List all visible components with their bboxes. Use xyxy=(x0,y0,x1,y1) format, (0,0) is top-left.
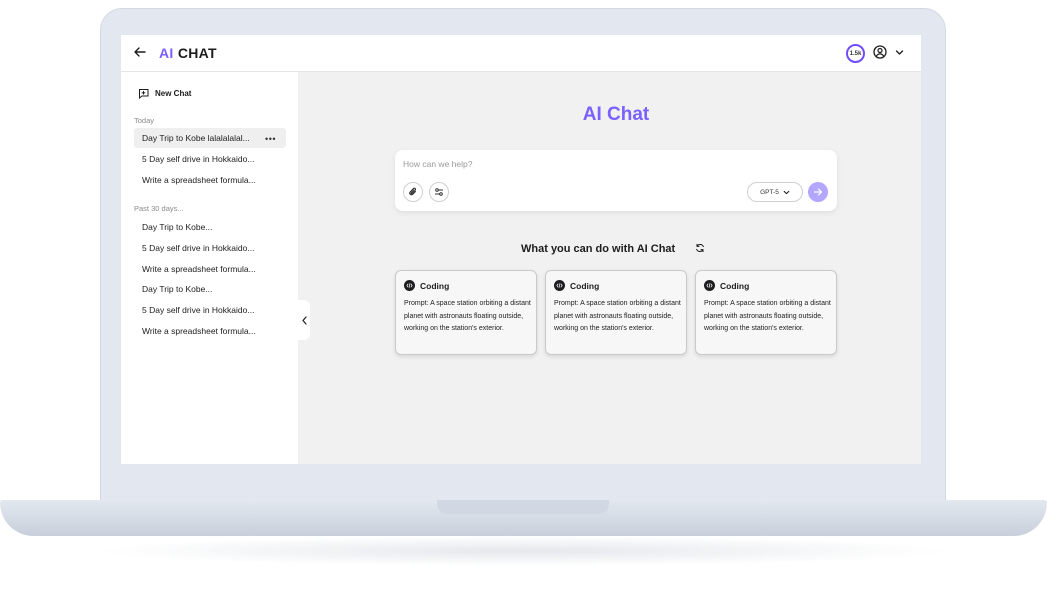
suggestion-card[interactable]: Coding Prompt: A space station orbiting … xyxy=(695,270,837,355)
chat-item[interactable]: Day Trip to Kobe lalalalalal... ••• xyxy=(134,128,286,148)
chat-item-label: Day Trip to Kobe... xyxy=(142,284,213,294)
chevron-down-icon xyxy=(783,190,790,194)
chevron-down-icon[interactable] xyxy=(895,48,904,57)
logo-ai: AI xyxy=(159,45,174,61)
arrow-right-icon xyxy=(813,188,823,196)
prompt-input[interactable] xyxy=(403,156,803,172)
card-title: Coding xyxy=(570,280,600,291)
chat-item[interactable]: Write a spreadsheet formula... xyxy=(134,259,286,279)
new-chat-icon xyxy=(139,89,149,99)
paperclip-icon xyxy=(409,187,416,196)
suggestions-heading: What you can do with AI Chat xyxy=(521,243,676,255)
app-logo: AI CHAT xyxy=(159,45,217,61)
attach-button[interactable] xyxy=(403,182,423,202)
suggestion-card[interactable]: Coding Prompt: A space station orbiting … xyxy=(395,270,537,355)
section-today: Today xyxy=(134,116,155,125)
chat-item[interactable]: Day Trip to Kobe... xyxy=(134,279,286,299)
laptop-shadow xyxy=(90,536,956,566)
chat-item[interactable]: Write a spreadsheet formula... xyxy=(134,170,286,190)
new-chat-button[interactable]: New Chat xyxy=(138,88,191,99)
prompt-box: GPT-5 xyxy=(395,150,837,211)
refresh-icon[interactable] xyxy=(695,243,705,253)
send-button[interactable] xyxy=(808,182,828,202)
card-header: Coding xyxy=(404,280,449,291)
chat-item-label: Write a spreadsheet formula... xyxy=(142,326,256,336)
chat-item[interactable]: Day Trip to Kobe... xyxy=(134,217,286,237)
sidebar-collapse-button[interactable] xyxy=(298,300,310,340)
more-icon[interactable]: ••• xyxy=(265,134,276,144)
card-body: Prompt: A space station orbiting a dista… xyxy=(704,300,831,332)
model-select[interactable]: GPT-5 xyxy=(747,182,803,202)
back-arrow-icon[interactable] xyxy=(133,45,147,59)
sidebar: New Chat Today Day Trip to Kobe lalalala… xyxy=(121,72,298,464)
chat-item-label: 5 Day self drive in Hokkaido... xyxy=(142,305,255,315)
code-icon xyxy=(554,280,565,291)
suggestion-card[interactable]: Coding Prompt: A space station orbiting … xyxy=(545,270,687,355)
card-title: Coding xyxy=(720,280,750,291)
app-screen: AI CHAT 1.5k New Chat Today Day Trip to … xyxy=(121,35,921,464)
card-body: Prompt: A space station orbiting a dista… xyxy=(404,300,531,332)
chat-item[interactable]: 5 Day self drive in Hokkaido... xyxy=(134,300,286,320)
page-title: AI Chat xyxy=(582,104,650,125)
chat-item-label: 5 Day self drive in Hokkaido... xyxy=(142,243,255,253)
section-past: Past 30 days... xyxy=(134,204,184,213)
logo-chat: CHAT xyxy=(177,45,217,61)
chevron-left-icon xyxy=(301,315,307,325)
settings-sliders-icon xyxy=(435,188,443,196)
card-header: Coding xyxy=(554,280,599,291)
credit-badge[interactable]: 1.5k xyxy=(846,44,865,63)
model-label: GPT-5 xyxy=(760,188,779,196)
settings-button[interactable] xyxy=(429,182,449,202)
chat-item-label: 5 Day self drive in Hokkaido... xyxy=(142,154,255,164)
chat-item[interactable]: 5 Day self drive in Hokkaido... xyxy=(134,238,286,258)
chat-item[interactable]: Write a spreadsheet formula... xyxy=(134,321,286,341)
code-icon xyxy=(404,280,415,291)
card-header: Coding xyxy=(704,280,749,291)
chat-item-label: Write a spreadsheet formula... xyxy=(142,175,256,185)
top-bar: AI CHAT 1.5k xyxy=(121,35,921,72)
card-body: Prompt: A space station orbiting a dista… xyxy=(554,300,681,332)
laptop-notch xyxy=(437,500,609,514)
chat-item-label: Write a spreadsheet formula... xyxy=(142,264,256,274)
chat-item[interactable]: 5 Day self drive in Hokkaido... xyxy=(134,149,286,169)
user-icon[interactable] xyxy=(873,45,887,59)
chat-item-label: Day Trip to Kobe lalalalalal... xyxy=(142,133,250,143)
chat-item-label: Day Trip to Kobe... xyxy=(142,222,213,232)
card-title: Coding xyxy=(420,280,450,291)
new-chat-label: New Chat xyxy=(155,89,192,98)
code-icon xyxy=(704,280,715,291)
